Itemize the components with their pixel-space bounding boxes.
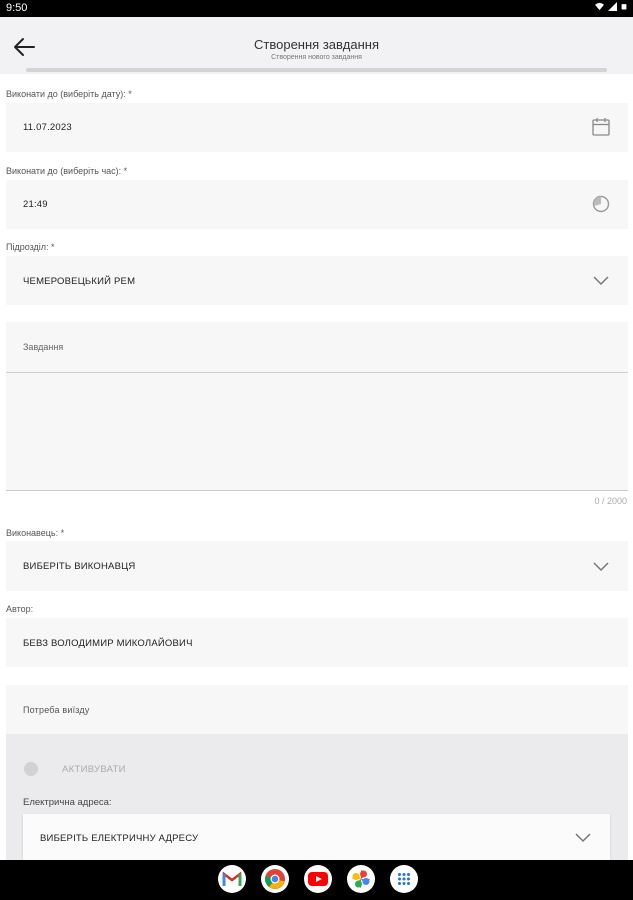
date-label: Виконати до (виберіть дату): * [6,89,132,99]
executor-select[interactable]: ВИБЕРІТЬ ВИКОНАВЦЯ [6,541,628,591]
app-bar: Створення завдання Створення нового завд… [0,17,633,74]
time-value: 21:49 [23,199,48,210]
page-title: Створення завдання [254,37,379,52]
progress-bar [26,68,607,72]
division-select[interactable]: ЧЕМЕРОВЕЦЬКИЙ РЕМ [6,256,628,305]
chevron-down-icon[interactable] [591,556,611,576]
gmail-icon[interactable] [218,865,246,893]
activate-toggle[interactable] [24,762,38,776]
youtube-glyph [308,872,328,886]
time-field[interactable]: 21:49 [6,180,628,229]
chrome-glyph [265,869,285,889]
nav-bar [0,860,633,900]
task-divider [6,372,628,373]
executor-label: Виконавець: * [6,528,65,538]
app-drawer-icon[interactable] [390,865,418,893]
address-label: Електрична адреса: [23,797,112,808]
signal-icon [608,2,617,11]
status-bar: 9:50 [0,0,633,17]
trip-need-header[interactable]: Потреба виїзду [6,685,628,735]
gmail-glyph [222,871,242,886]
photos-icon[interactable] [347,865,375,893]
task-char-counter: 0 / 2000 [594,496,627,506]
photos-glyph [352,870,370,888]
date-field[interactable]: 11.07.2023 [6,103,628,152]
address-value: ВИБЕРІТЬ ЕЛЕКТРИЧНУ АДРЕСУ [40,833,199,844]
youtube-icon[interactable] [304,865,332,893]
calendar-icon[interactable] [591,117,611,137]
author-value: БЕВЗ ВОЛОДИМИР МИКОЛАЙОВИЧ [23,638,193,649]
chevron-down-icon[interactable] [573,827,593,847]
status-icons [595,2,627,11]
app-drawer-glyph [398,873,410,885]
battery-icon [621,4,627,10]
page-subtitle: Створення нового завдання [271,54,362,61]
address-select[interactable]: ВИБЕРІТЬ ЕЛЕКТРИЧНУ АДРЕСУ [23,814,610,860]
wifi-icon [595,2,604,11]
status-time: 9:50 [6,2,28,14]
date-value: 11.07.2023 [23,122,72,133]
task-placeholder: Завдання [23,342,64,352]
executor-value: ВИБЕРІТЬ ВИКОНАВЦЯ [23,561,136,572]
division-value: ЧЕМЕРОВЕЦЬКИЙ РЕМ [23,276,136,287]
author-label: Автор: [6,604,34,614]
author-field: БЕВЗ ВОЛОДИМИР МИКОЛАЙОВИЧ [6,618,628,667]
chrome-icon[interactable] [261,865,289,893]
time-label: Виконати до (виберіть час): * [6,166,128,176]
chevron-down-icon[interactable] [591,270,611,290]
task-textarea[interactable]: Завдання [6,322,628,491]
activate-label: АКТИВУВАТИ [62,764,126,775]
trip-need-label: Потреба виїзду [23,705,90,715]
trip-need-panel: АКТИВУВАТИ Електрична адреса: ВИБЕРІТЬ Е… [6,734,628,860]
clock-icon[interactable] [591,194,611,214]
division-label: Підрозділ: * [6,242,55,252]
app-dock [218,865,418,893]
